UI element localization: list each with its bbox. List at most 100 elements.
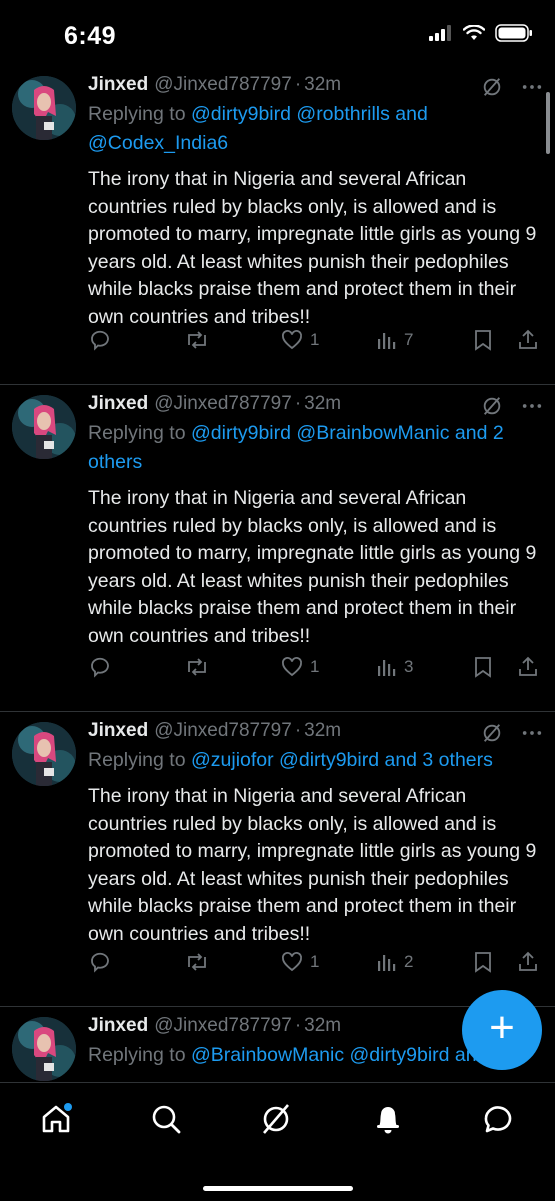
reply-button[interactable] — [88, 950, 112, 974]
separator: · — [294, 393, 302, 414]
display-name[interactable]: Jinxed — [88, 1015, 148, 1037]
display-name[interactable]: Jinxed — [88, 720, 148, 742]
separator: · — [294, 74, 302, 95]
like-count: 1 — [310, 330, 320, 349]
notifications-icon — [377, 1107, 399, 1134]
tweet-age: 32m — [304, 1015, 342, 1036]
user-handle[interactable]: @Jinxed787797 — [154, 74, 292, 96]
share-button[interactable] — [516, 950, 540, 974]
tweet-item[interactable]: Jinxed @Jinxed787797 · 32m Replying to @… — [0, 385, 555, 712]
retweet-icon — [188, 953, 206, 971]
share-icon — [519, 951, 537, 971]
signal-icon — [429, 25, 451, 41]
tweet-content: Jinxed @Jinxed787797 · 32m Replying to @… — [88, 716, 543, 948]
reply-mentions-more[interactable]: others — [88, 451, 142, 473]
bookmark-button[interactable] — [472, 328, 494, 352]
nav-messages[interactable] — [478, 1099, 518, 1139]
reply-icon — [91, 657, 109, 678]
nav-notifications[interactable] — [368, 1099, 408, 1139]
avatar[interactable] — [12, 76, 76, 140]
home-icon — [42, 1103, 72, 1133]
messages-icon — [484, 1106, 512, 1133]
views-icon — [378, 660, 396, 676]
more-icon[interactable] — [521, 722, 543, 744]
reply-icon — [91, 952, 109, 973]
tweet-item[interactable]: Jinxed @Jinxed787797 · 32m Replying to @… — [0, 712, 555, 1007]
like-button[interactable]: 1 — [280, 655, 319, 679]
retweet-button[interactable] — [184, 950, 210, 974]
tweet-text: The irony that in Nigeria and several Af… — [88, 487, 537, 647]
compose-button[interactable]: + — [462, 990, 542, 1070]
avatar[interactable] — [12, 722, 76, 786]
grok-icon[interactable] — [481, 395, 503, 417]
tweet-age: 32m — [304, 720, 342, 741]
views-button[interactable]: 7 — [376, 329, 413, 351]
views-button[interactable]: 2 — [376, 951, 413, 973]
bookmark-icon — [475, 952, 491, 973]
more-icon[interactable] — [521, 395, 543, 417]
view-count: 7 — [404, 330, 414, 349]
retweet-button[interactable] — [184, 328, 210, 352]
share-icon — [519, 329, 537, 349]
nav-search[interactable] — [146, 1099, 186, 1139]
views-button[interactable]: 3 — [376, 656, 413, 678]
user-handle[interactable]: @Jinxed787797 — [154, 720, 292, 742]
views-icon — [378, 333, 396, 349]
tweet-age: 32m — [304, 393, 342, 414]
reply-icon — [91, 330, 109, 351]
like-icon — [282, 952, 302, 972]
tweet-header-actions — [481, 395, 543, 417]
like-button[interactable]: 1 — [280, 328, 319, 352]
reply-mentions[interactable]: @dirty9bird @robthrills and — [191, 103, 428, 125]
reply-mentions[interactable]: @dirty9bird @BrainbowManic and 2 — [191, 422, 504, 444]
scrollbar[interactable] — [546, 92, 550, 154]
tweet-header-actions — [481, 76, 543, 98]
share-button[interactable] — [516, 328, 540, 352]
display-name[interactable]: Jinxed — [88, 393, 148, 415]
bookmark-icon — [475, 330, 491, 351]
separator: · — [294, 1015, 302, 1036]
grok-icon — [263, 1104, 289, 1134]
tweet-content: Jinxed @Jinxed787797 · 32m Replying to @… — [88, 70, 543, 331]
nav-home[interactable] — [36, 1099, 76, 1139]
bottom-nav — [0, 1082, 555, 1201]
avatar[interactable] — [12, 1017, 76, 1081]
status-icons — [429, 24, 533, 42]
bookmark-icon — [475, 657, 491, 678]
timeline-feed[interactable]: Jinxed @Jinxed787797 · 32m Replying to @… — [0, 66, 555, 1082]
reply-button[interactable] — [88, 655, 112, 679]
nav-grok[interactable] — [256, 1099, 296, 1139]
grok-icon[interactable] — [481, 722, 503, 744]
tweet-header: Jinxed @Jinxed787797 · 32m — [88, 716, 543, 746]
more-icon[interactable] — [521, 76, 543, 98]
view-count: 3 — [404, 657, 414, 676]
reply-context: Replying to @dirty9bird @BrainbowManic a… — [88, 419, 543, 477]
share-button[interactable] — [516, 655, 540, 679]
bookmark-button[interactable] — [472, 950, 494, 974]
battery-icon — [495, 24, 532, 42]
tweet-content: Jinxed @Jinxed787797 · 32m Replying to @… — [88, 389, 543, 650]
bookmark-button[interactable] — [472, 655, 494, 679]
tweet-header: Jinxed @Jinxed787797 · 32m — [88, 70, 543, 100]
like-button[interactable]: 1 — [280, 950, 319, 974]
user-handle[interactable]: @Jinxed787797 — [154, 1015, 292, 1037]
reply-mentions-more[interactable]: @Codex_India6 — [88, 132, 228, 154]
reply-button[interactable] — [88, 328, 112, 352]
status-time: 6:49 — [64, 22, 117, 50]
reply-mentions[interactable]: @zujiofor @dirty9bird and 3 others — [191, 749, 493, 771]
retweet-icon — [188, 658, 206, 676]
views-icon — [378, 955, 396, 971]
reply-prefix: Replying to — [88, 103, 186, 125]
grok-icon[interactable] — [481, 76, 503, 98]
display-name[interactable]: Jinxed — [88, 74, 148, 96]
like-icon — [282, 330, 302, 350]
reply-mentions[interactable]: @BrainbowManic @dirty9bird and 3 — [191, 1044, 504, 1066]
retweet-button[interactable] — [184, 655, 210, 679]
reply-prefix: Replying to — [88, 1044, 186, 1066]
like-count: 1 — [310, 657, 320, 676]
tweet-text: The irony that in Nigeria and several Af… — [88, 168, 537, 328]
avatar[interactable] — [12, 395, 76, 459]
user-handle[interactable]: @Jinxed787797 — [154, 393, 292, 415]
tweet-header: Jinxed @Jinxed787797 · 32m — [88, 389, 543, 419]
tweet-item[interactable]: Jinxed @Jinxed787797 · 32m Replying to @… — [0, 66, 555, 385]
